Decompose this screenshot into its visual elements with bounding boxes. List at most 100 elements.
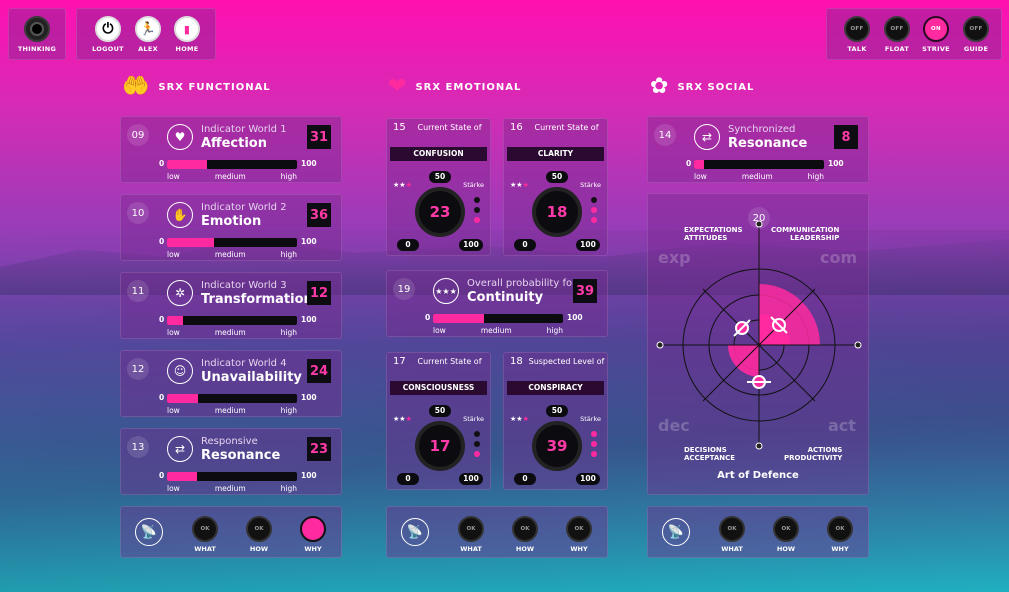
stars-icon: ★★★ <box>510 181 529 189</box>
satellite-icon[interactable]: 📡 <box>662 518 690 546</box>
action-bar: 📡 OK WHAT OK HOW WHY <box>120 506 342 558</box>
bar-min: 0 <box>159 315 165 324</box>
row-number: 14 <box>654 124 676 146</box>
gauge-label: CONSPIRACY <box>507 381 604 395</box>
ok-indicator: OK <box>458 516 484 542</box>
strength-dots <box>474 431 480 457</box>
radar-chart <box>656 220 862 450</box>
home-button[interactable]: ▮ HOME <box>167 16 207 53</box>
progress-bar <box>167 394 297 403</box>
gauge-max: 100 <box>576 473 600 485</box>
strive-toggle[interactable]: ON STRIVE <box>917 16 955 53</box>
what-button[interactable]: OK WHAT <box>453 516 489 553</box>
ok-indicator: OK <box>566 516 592 542</box>
gauge-label: CONFUSION <box>390 147 487 161</box>
stars-icon: ★★★ <box>510 415 529 423</box>
gauge-mid: 50 <box>429 405 451 417</box>
float-toggle[interactable]: OFF FLOAT <box>878 16 916 53</box>
row-subtitle: Overall probability for <box>467 278 577 289</box>
gauge-min: 0 <box>514 239 536 251</box>
action-bar: 📡 OK WHAT OK HOW OK WHY <box>386 506 608 558</box>
bar-scale: low medium high <box>167 406 297 415</box>
gauge-min: 0 <box>397 473 419 485</box>
strength-dots <box>474 197 480 223</box>
power-icon: ⏻ <box>95 16 121 42</box>
gauge-dial: 18 <box>532 187 582 237</box>
ok-indicator: OK <box>719 516 745 542</box>
row-subtitle: Indicator World 4 <box>201 358 287 369</box>
how-button[interactable]: OK HOW <box>241 516 277 553</box>
row-title: Continuity <box>467 290 544 305</box>
progress-bar <box>167 316 297 325</box>
strength-dots <box>591 197 597 223</box>
ok-indicator: OK <box>246 516 272 542</box>
gauge-mid: 50 <box>429 171 451 183</box>
functional-header: 🤲 SRX FUNCTIONAL <box>122 74 271 99</box>
social-header: ✿ SRX SOCIAL <box>650 74 755 99</box>
row-subtitle: Indicator World 1 <box>201 124 287 135</box>
gauge-panel: 16 Current State of CLARITY 50 ★★★ Stärk… <box>503 118 608 256</box>
row-title: Resonance <box>201 448 281 463</box>
ok-indicator <box>300 516 326 542</box>
row-title: Resonance <box>728 136 808 151</box>
how-button[interactable]: OK HOW <box>507 516 543 553</box>
gauge-mid: 50 <box>546 405 568 417</box>
talk-switch: OFF <box>844 16 870 42</box>
head-icon: ☺ <box>167 358 193 384</box>
functional-row: 13 ⇄ Responsive Resonance 23 0 100 low me… <box>120 428 342 495</box>
gauge-caption: Current State of <box>417 123 482 132</box>
continuity-panel: 19 ★★★ Overall probability for Continuit… <box>386 270 608 337</box>
bar-min: 0 <box>159 237 165 246</box>
strive-switch: ON <box>923 16 949 42</box>
gauge-panel: 15 Current State of CONFUSION 50 ★★★ Stä… <box>386 118 491 256</box>
gauge-label: CONSCIOUSNESS <box>390 381 487 395</box>
satellite-icon[interactable]: 📡 <box>135 518 163 546</box>
staerke-label: Stärke <box>580 415 601 423</box>
hand-arrows-icon: ⇄ <box>167 436 193 462</box>
hand-arrows-icon: 🤲 <box>122 74 151 99</box>
alex-button[interactable]: 🏃 ALEX <box>128 16 168 53</box>
heart-person-icon: ♥ <box>167 124 193 150</box>
row-subtitle: Indicator World 2 <box>201 202 287 213</box>
bar-max: 100 <box>301 315 317 324</box>
row-number: 10 <box>127 202 149 224</box>
hand-network-icon: ✿ <box>650 74 670 99</box>
guide-toggle[interactable]: OFF GUIDE <box>957 16 995 53</box>
why-button[interactable]: OK WHY <box>561 516 597 553</box>
functional-row: 12 ☺ Indicator World 4 Unavailability 24… <box>120 350 342 417</box>
logout-button[interactable]: ⏻ LOGOUT <box>88 16 128 53</box>
gauge-number: 17 <box>393 356 406 367</box>
bar-max: 100 <box>828 159 844 168</box>
staerke-label: Stärke <box>580 181 601 189</box>
bar-scale: low medium high <box>694 172 824 181</box>
what-button[interactable]: OK WHAT <box>187 516 223 553</box>
row-number: 12 <box>127 358 149 380</box>
what-button[interactable]: OK WHAT <box>714 516 750 553</box>
emotional-header: ❤ SRX EMOTIONAL <box>388 74 522 99</box>
gauge-panel: 18 Suspected Level of CONSPIRACY 50 ★★★ … <box>503 352 608 490</box>
gauge-caption: Current State of <box>534 123 599 132</box>
stars-icon: ★★★ <box>393 181 412 189</box>
why-button[interactable]: WHY <box>295 516 331 553</box>
progress-bar <box>433 314 563 323</box>
bar-scale: low medium high <box>167 328 297 337</box>
thinking-button[interactable]: THINKING <box>12 16 62 53</box>
radar-panel: 20 EXPECTATIONS ATTITUDES COMMUNICATION LE… <box>647 193 869 495</box>
why-button[interactable]: OK WHY <box>822 516 858 553</box>
talk-toggle[interactable]: OFF TALK <box>838 16 876 53</box>
gauge-caption: Current State of <box>417 357 482 366</box>
record-icon <box>24 16 50 42</box>
ok-indicator: OK <box>192 516 218 542</box>
row-subtitle: Responsive <box>201 436 258 447</box>
satellite-icon[interactable]: 📡 <box>401 518 429 546</box>
row-value: 8 <box>834 125 858 149</box>
bar-scale: low medium high <box>167 484 297 493</box>
functional-row: 10 ✋ Indicator World 2 Emotion 36 0 100 … <box>120 194 342 261</box>
how-button[interactable]: OK HOW <box>768 516 804 553</box>
bar-scale: low medium high <box>167 250 297 259</box>
gauge-number: 16 <box>510 122 523 133</box>
bar-max: 100 <box>567 313 583 322</box>
ok-indicator: OK <box>827 516 853 542</box>
row-number: 19 <box>393 278 415 300</box>
functional-row: 11 ✲ Indicator World 3 Transformation 12… <box>120 272 342 339</box>
